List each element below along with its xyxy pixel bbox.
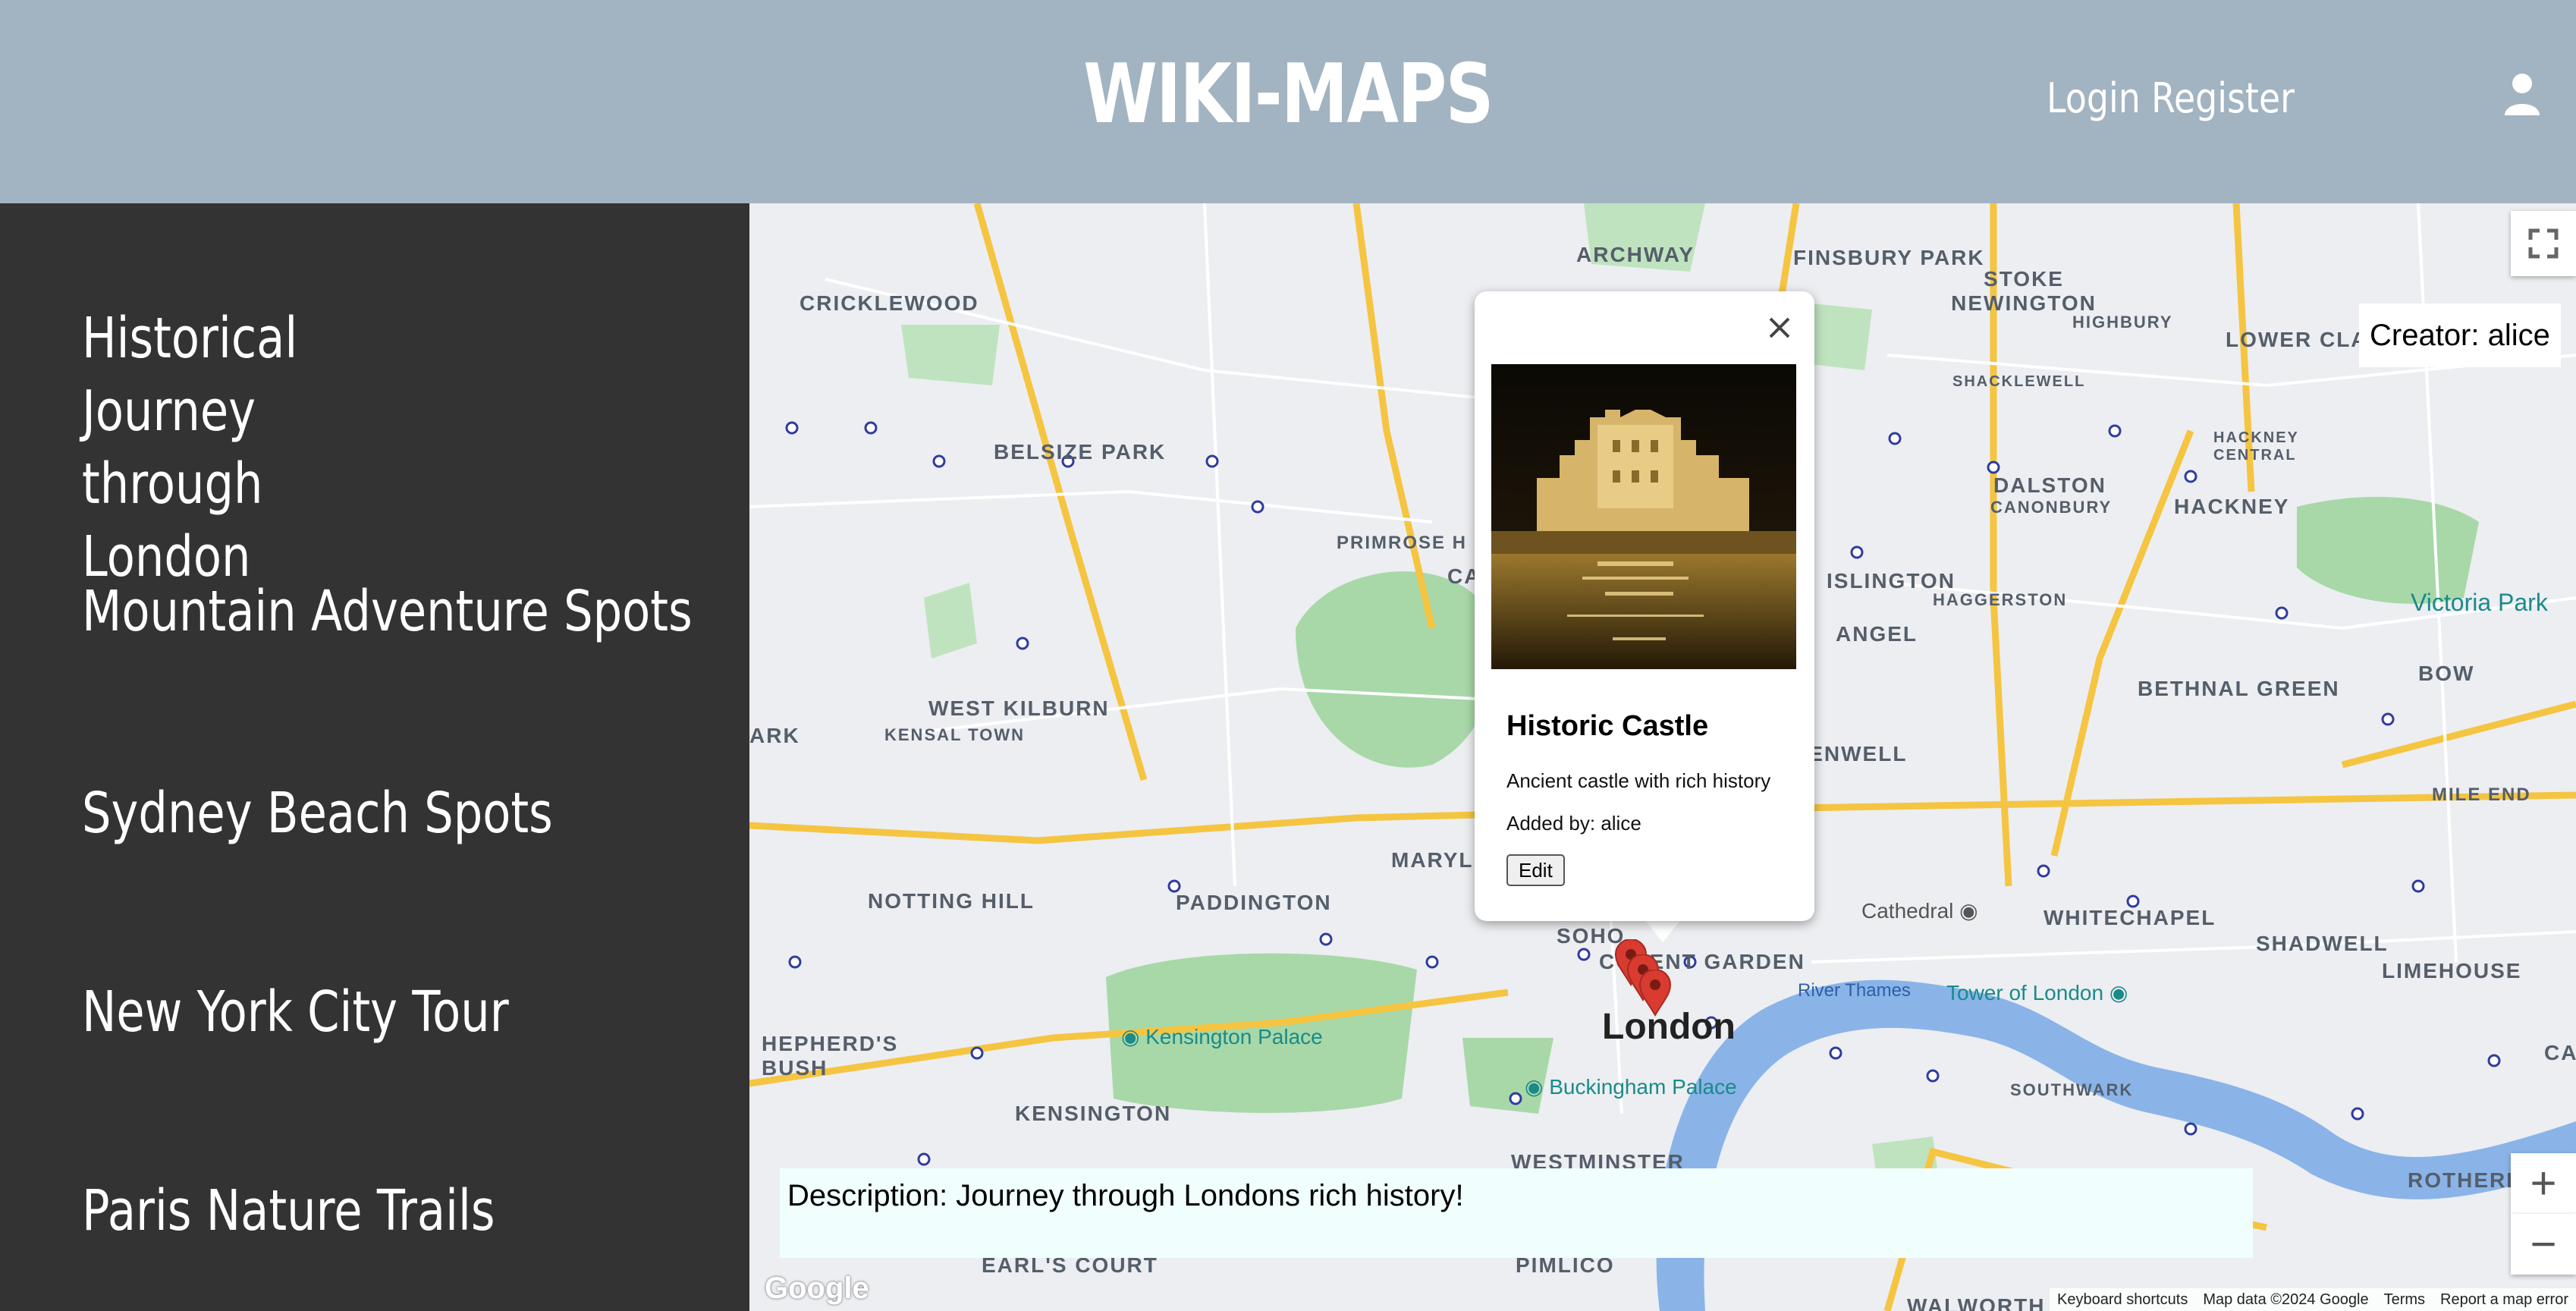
- map-label: CANAR: [2544, 1041, 2576, 1064]
- poi-label: Kensington Palace: [1145, 1025, 1323, 1048]
- map-label: WHITECHAPEL: [2044, 906, 2216, 929]
- user-icon[interactable]: [2503, 73, 2541, 115]
- register-link[interactable]: Register: [2151, 74, 2295, 122]
- map-label: MILE END: [2432, 784, 2531, 805]
- poi-tower-of-london[interactable]: Tower of London ◉: [1946, 980, 2128, 1005]
- map-canvas[interactable]: CRICKLEWOOD ARCHWAY FINSBURY PARK STOKE …: [749, 203, 2576, 1311]
- map-label: BELSIZE PARK: [994, 440, 1167, 464]
- marker-added-by: Added by: alice: [1506, 812, 1641, 835]
- zoom-in-button[interactable]: +: [2511, 1153, 2576, 1214]
- fullscreen-icon: [2528, 228, 2559, 259]
- map-marker[interactable]: [1638, 970, 1672, 1017]
- map-label: NOTTING HILL: [868, 889, 1035, 913]
- map-label: PADDINGTON: [1176, 891, 1332, 914]
- map-label: HIGHBURY: [2072, 313, 2173, 332]
- map-label: HEPHERD'S BUSH: [762, 1032, 899, 1080]
- map-label: HAGGERSTON: [1933, 590, 2068, 609]
- marker-title: Historic Castle: [1506, 710, 1709, 742]
- marker-description: Ancient castle with rich history: [1506, 769, 1771, 792]
- sidebar-item-label: Historical Journey through London: [82, 306, 298, 589]
- castle-photo: [1491, 364, 1796, 669]
- poi-label: Buckingham Palace: [1549, 1075, 1737, 1099]
- map-label: LIMEHOUSE: [2382, 959, 2522, 982]
- map-label: KENSAL TOWN: [884, 725, 1025, 744]
- creator-label: Creator: alice: [2359, 303, 2561, 367]
- map-label: ARK: [749, 724, 800, 747]
- info-window: Historic Castle Ancient castle with rich…: [1475, 291, 1814, 921]
- app-header: WIKI-MAPS Login Register: [0, 0, 2576, 203]
- plus-icon: +: [2530, 1158, 2557, 1209]
- zoom-out-button[interactable]: −: [2511, 1214, 2576, 1275]
- keyboard-shortcuts-link[interactable]: Keyboard shortcuts: [2050, 1291, 2195, 1308]
- google-logo: Google: [765, 1272, 869, 1305]
- poi-victoria-park[interactable]: Victoria Park: [2411, 589, 2548, 617]
- map-label: ANGEL: [1836, 622, 1918, 646]
- sidebar-item-new-york-tour[interactable]: New York City Tour: [82, 976, 592, 1048]
- edit-button[interactable]: Edit: [1506, 854, 1565, 886]
- map-label: CRICKLEWOOD: [800, 291, 979, 315]
- map-label: BETHNAL GREEN: [2138, 677, 2340, 700]
- map-description: Description: Journey through Londons ric…: [780, 1168, 2253, 1258]
- sidebar-item-historical-london[interactable]: Historical Journey through London: [82, 302, 592, 593]
- map-label: HACKNEY: [2174, 495, 2290, 518]
- map-data-text: Map data ©2024 Google: [2203, 1291, 2369, 1308]
- terms-link[interactable]: Terms: [2377, 1291, 2433, 1308]
- report-error-link[interactable]: Report a map error: [2433, 1291, 2576, 1308]
- info-window-tail: [1645, 920, 1681, 942]
- map-list-sidebar: Historical Journey through London Mounta…: [0, 203, 734, 1311]
- map-label: CANONBURY: [1990, 498, 2113, 517]
- poi-label: Tower of London: [1946, 981, 2104, 1004]
- map-label: DALSTON: [1993, 473, 2106, 497]
- sidebar-item-mountain-adventure[interactable]: Mountain Adventure Spots: [82, 575, 693, 648]
- map-label: KENSINGTON: [1015, 1102, 1172, 1125]
- poi-label: Cathedral: [1861, 899, 1954, 923]
- login-link[interactable]: Login: [2047, 74, 2141, 122]
- map-label: HACKNEY CENTRAL: [2213, 429, 2299, 464]
- map-label: STOKE NEWINGTON: [1951, 267, 2097, 315]
- map-label: WEST KILBURN: [928, 696, 1110, 720]
- map-label: MARYL: [1391, 848, 1474, 872]
- minus-icon: −: [2530, 1218, 2557, 1269]
- map-label: BOW: [2418, 662, 2475, 685]
- map-label: SHACKLEWELL: [1952, 373, 2086, 390]
- map-label: WALWORTH: [1907, 1294, 2046, 1311]
- map-label: ARCHWAY: [1576, 243, 1695, 266]
- map-label-river-thames: River Thames: [1798, 980, 1911, 1001]
- poi-cathedral[interactable]: Cathedral ◉: [1861, 898, 1978, 923]
- brand-logo[interactable]: WIKI-MAPS: [232, 47, 2345, 142]
- close-icon[interactable]: [1763, 311, 1796, 344]
- sidebar-item-sydney-beach[interactable]: Sydney Beach Spots: [82, 777, 592, 850]
- map-label: SOUTHWARK: [2010, 1080, 2134, 1099]
- sidebar-item-paris-trails[interactable]: Paris Nature Trails: [82, 1174, 592, 1247]
- map-label: SHADWELL: [2256, 932, 2389, 955]
- map-attribution: Keyboard shortcuts Map data ©2024 Google T…: [2050, 1288, 2576, 1311]
- fullscreen-button[interactable]: [2511, 211, 2576, 276]
- poi-buckingham-palace[interactable]: ◉ Buckingham Palace: [1525, 1074, 1737, 1099]
- map-label: PRIMROSE H: [1337, 533, 1468, 553]
- poi-kensington-palace[interactable]: ◉ Kensington Palace: [1121, 1024, 1323, 1049]
